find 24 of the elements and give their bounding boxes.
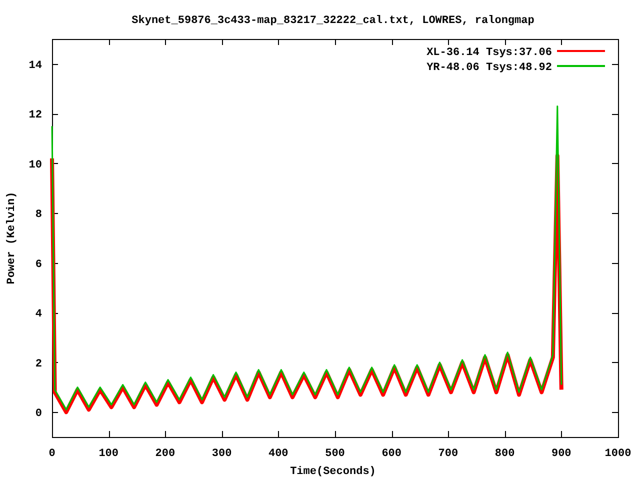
tick-label: 200 xyxy=(155,448,176,460)
tick-label: 0 xyxy=(35,408,42,420)
tick-label: 600 xyxy=(382,448,402,460)
tick-label: 2 xyxy=(35,358,42,370)
legend-label: XL-36.14 Tsys:37.06 xyxy=(426,47,552,59)
tick-label: 400 xyxy=(268,448,288,460)
tick-label: 1000 xyxy=(604,448,632,460)
legend-label: YR-48.06 Tsys:48.92 xyxy=(426,62,552,74)
tick-label: 4 xyxy=(35,308,42,321)
x-axis-label: Time(Seconds) xyxy=(290,466,376,478)
tick-label: 12 xyxy=(28,110,42,122)
tick-label: 10 xyxy=(28,159,42,172)
tick-label: 8 xyxy=(35,209,42,222)
tick-label: 300 xyxy=(212,448,232,460)
tick-label: 0 xyxy=(48,448,56,460)
tick-label: 6 xyxy=(35,258,42,271)
tick-label: 500 xyxy=(325,448,345,460)
y-axis-label: Power (Kelvin) xyxy=(6,192,18,284)
tick-label: 100 xyxy=(98,448,118,460)
chart-title: Skynet_59876_3c433-map_83217_32222_cal.txt, LOWRES, ralongmap xyxy=(132,15,534,27)
tick-label: 14 xyxy=(28,60,42,72)
tick-label: 700 xyxy=(438,448,458,460)
tick-label: 900 xyxy=(552,448,572,460)
tick-label: 800 xyxy=(494,448,515,460)
